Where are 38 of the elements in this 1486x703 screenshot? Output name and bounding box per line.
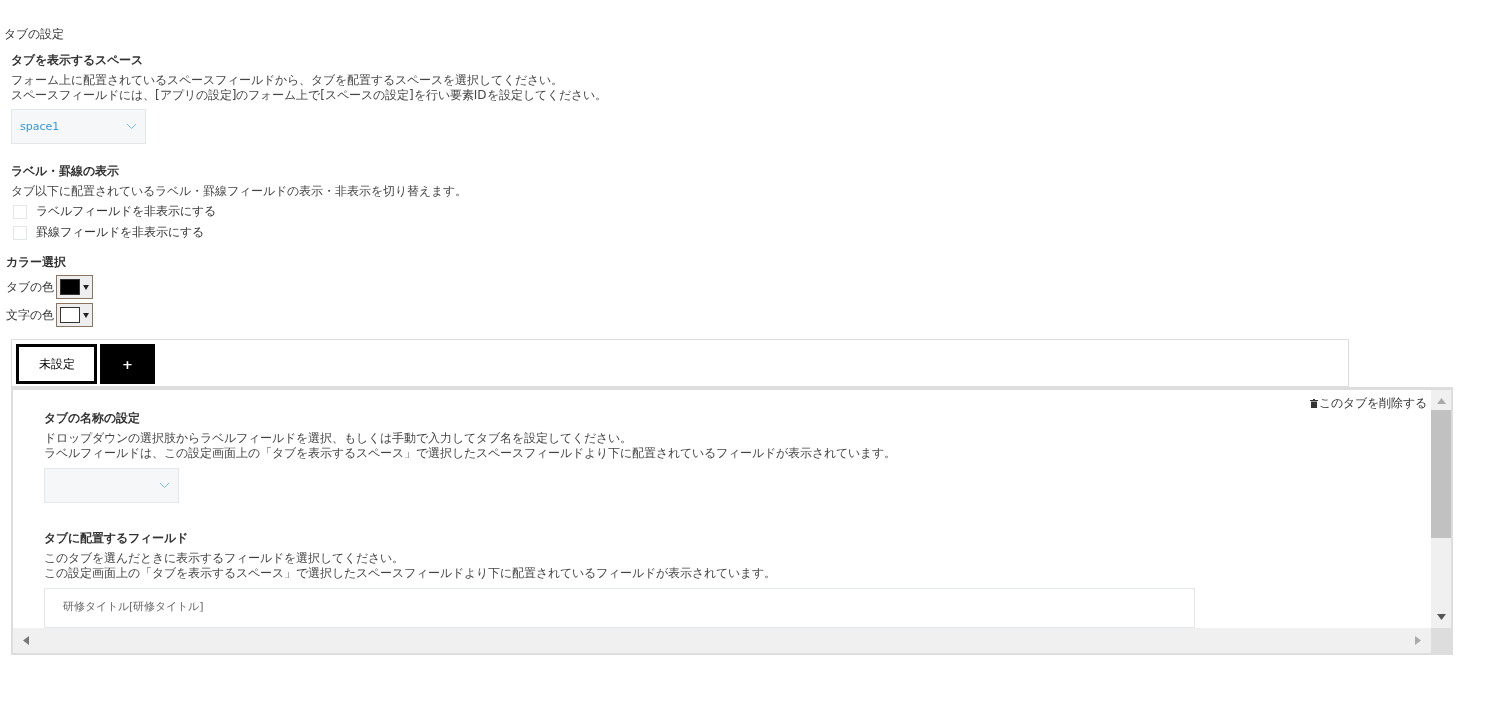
description-text: この設定画面上の「タブを表示するスペース」で選択したスペースフィールドより下に配置されているフィールドが表示されています。: [44, 566, 777, 581]
scrollbar-thumb[interactable]: [1431, 410, 1451, 538]
color-label: 文字の色: [6, 306, 54, 324]
trash-icon: [1310, 398, 1318, 408]
description-text: ラベルフィールドは、この設定画面上の「タブを表示するスペース」で選択したスペースフィールドより下に配置されているフィールドが表示されています。: [44, 446, 897, 461]
color-picker[interactable]: [56, 275, 93, 299]
scroll-up-arrow-icon[interactable]: [1436, 398, 1446, 404]
section-heading: ラベル・罫線の表示: [11, 163, 120, 180]
vertical-scrollbar[interactable]: [1431, 390, 1451, 628]
field-list-item[interactable]: 研修タイトル[研修タイトル]: [63, 599, 1194, 614]
tab-name-select[interactable]: [44, 468, 179, 503]
caret-icon: [83, 284, 89, 290]
description-text: このタブを選んだときに表示するフィールドを選択してください。: [44, 551, 405, 566]
section-heading: タブに配置するフィールド: [44, 530, 189, 547]
chevron-down-icon: [159, 482, 170, 489]
delete-tab-link[interactable]: このタブを削除する: [1310, 396, 1431, 410]
tab[interactable]: 未設定: [16, 344, 97, 384]
color-picker[interactable]: [56, 303, 93, 327]
section-heading: タブの名称の設定: [44, 410, 141, 427]
caret-icon: [83, 312, 89, 318]
checkbox-label: 罫線フィールドを非表示にする: [36, 224, 204, 241]
add-tab-button[interactable]: +: [100, 344, 155, 384]
checkbox-label: ラベルフィールドを非表示にする: [36, 203, 216, 220]
page-title: タブの設定: [4, 26, 65, 43]
chevron-down-icon: [126, 123, 137, 130]
section-heading: カラー選択: [6, 254, 67, 271]
section-heading: タブを表示するスペース: [11, 52, 144, 69]
checkbox[interactable]: [13, 204, 27, 219]
description-text: ドロップダウンの選択肢からラベルフィールドを選択、もしくは手動で入力してタブ名を設定してください。: [44, 431, 633, 446]
checkbox[interactable]: [13, 225, 27, 240]
description-text: フォーム上に配置されているスペースフィールドから、タブを配置するスペースを選択してください。: [11, 73, 564, 88]
scroll-down-arrow-icon[interactable]: [1436, 614, 1446, 620]
description-text: タブ以下に配置されているラベル・罫線フィールドの表示・非表示を切り替えます。: [11, 184, 468, 199]
description-text: スペースフィールドには、[アプリの設定]のフォーム上で[スペースの設定]を行い要素IDを設定してください。: [11, 88, 608, 103]
scroll-left-arrow-icon[interactable]: [23, 636, 29, 645]
horizontal-scrollbar[interactable]: [13, 628, 1431, 653]
scroll-right-arrow-icon[interactable]: [1415, 636, 1421, 645]
color-label: タブの色: [6, 278, 54, 296]
